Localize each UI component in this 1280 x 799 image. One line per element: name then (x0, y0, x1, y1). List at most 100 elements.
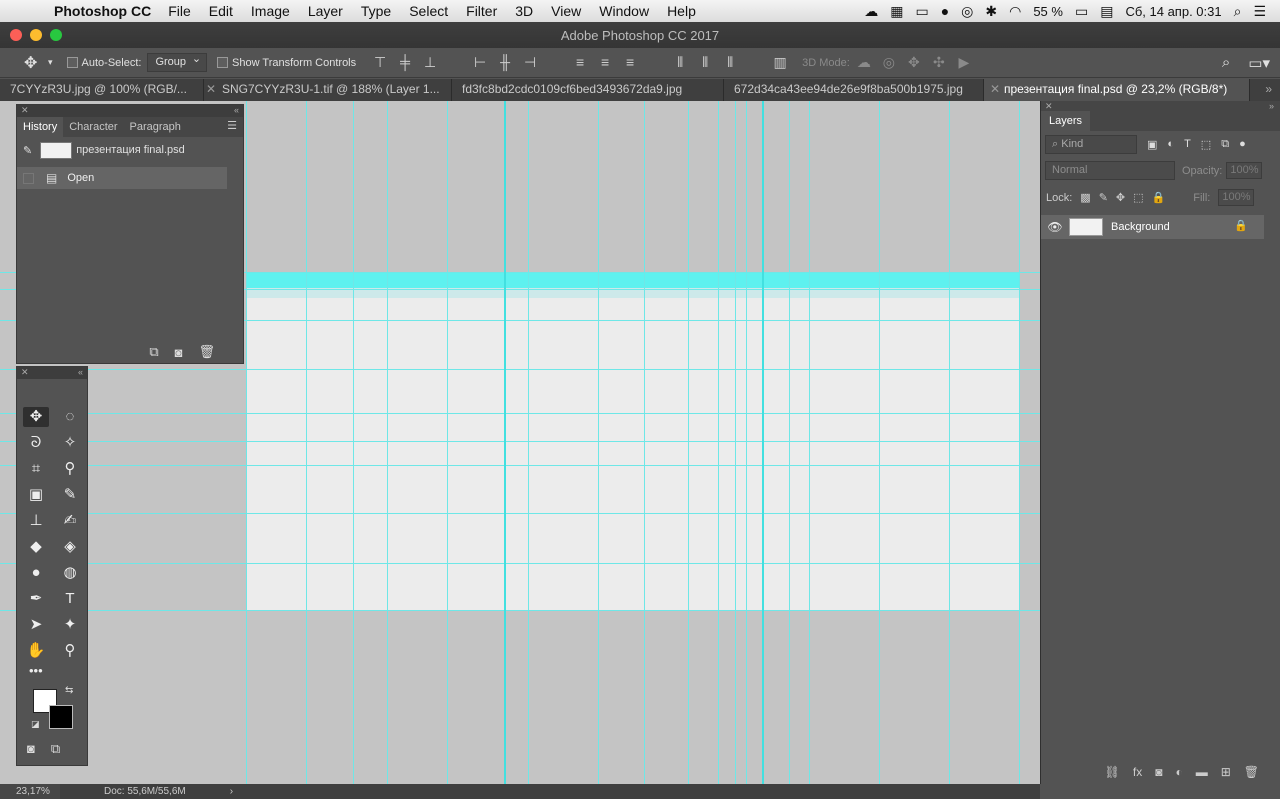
menu-type[interactable]: Type (361, 3, 391, 19)
move-tool-icon[interactable]: ✥ (23, 407, 49, 427)
tab-layers[interactable]: Layers (1041, 111, 1091, 131)
3d-pan-icon[interactable]: ✥ (906, 54, 922, 71)
trash-icon[interactable]: 🗑 (1244, 765, 1259, 779)
move-tool-preset-icon[interactable]: ✥ (24, 53, 48, 73)
filter-shape-icon[interactable]: ⬚ (1201, 138, 1211, 151)
clone-stamp-icon[interactable]: ⊥ (23, 511, 49, 531)
close-tab-icon[interactable]: ✕ (990, 79, 1000, 100)
lock-artboard-icon[interactable]: ⬚ (1133, 191, 1143, 204)
close-panel-icon[interactable]: ✕ (21, 105, 29, 117)
distribute-hcenter-icon[interactable]: ⫴ (697, 54, 713, 71)
align-hcenter-icon[interactable]: ╫ (497, 54, 513, 71)
more-tabs-icon[interactable]: » (1265, 79, 1272, 100)
background-color-swatch[interactable] (49, 705, 73, 729)
3d-roll-icon[interactable]: ◎ (881, 54, 897, 71)
filter-adjustment-icon[interactable]: ◐ (1167, 138, 1174, 150)
layer-row[interactable]: 👁 Background 🔒 (1041, 215, 1264, 239)
new-layer-icon[interactable]: ⊞ (1221, 765, 1231, 779)
target-icon[interactable]: ◎ (961, 3, 973, 20)
search-icon[interactable]: ⌕ (1222, 54, 1230, 72)
lock-position-icon[interactable]: ✥ (1116, 191, 1125, 204)
blur-tool-icon[interactable]: ● (23, 563, 49, 583)
document-tab-active[interactable]: ✕ презентация final.psd @ 23,2% (RGB/8*) (984, 79, 1250, 101)
app-menu[interactable]: Photoshop CC (54, 3, 151, 19)
link-layers-icon[interactable]: ⛓ (1105, 765, 1120, 779)
swap-colors-icon[interactable]: ⇆ (65, 685, 73, 696)
distribute-bottom-icon[interactable]: ≡ (622, 54, 638, 71)
battery-icon[interactable]: ▭ (1075, 3, 1088, 20)
3d-scale-icon[interactable]: ▶ (956, 54, 972, 71)
menu-window[interactable]: Window (599, 3, 649, 19)
show-transform-checkbox[interactable] (217, 57, 229, 68)
elliptical-marquee-icon[interactable]: ◌ (57, 407, 83, 427)
clock[interactable]: Сб, 14 апр. 0:31 (1125, 4, 1221, 19)
align-bottom-icon[interactable]: ⊥ (422, 54, 438, 71)
auto-select-dropdown[interactable]: Group (147, 51, 208, 72)
trash-icon[interactable]: 🗑 (198, 344, 215, 360)
menu-filter[interactable]: Filter (466, 3, 497, 19)
hand-tool-icon[interactable]: ✋ (23, 641, 49, 661)
menu-select[interactable]: Select (409, 3, 448, 19)
path-selection-icon[interactable]: ➤ (23, 615, 49, 635)
history-brush-icon[interactable]: ✎ (23, 144, 32, 157)
type-tool-icon[interactable]: T (57, 589, 83, 609)
tab-history[interactable]: History (17, 117, 64, 137)
eyedropper-icon[interactable]: ⚲ (57, 459, 83, 479)
magic-wand-icon[interactable]: ✧ (57, 433, 83, 453)
status-menu-chevron-icon[interactable]: › (230, 786, 233, 797)
menu-edit[interactable]: Edit (209, 3, 233, 19)
document-tab[interactable]: 7CYYzR3U.jpg @ 100% (RGB/... (0, 79, 204, 101)
3d-slide-icon[interactable]: ✣ (931, 54, 947, 71)
lasso-tool-icon[interactable]: ᘐ (23, 433, 49, 453)
menu-3d[interactable]: 3D (515, 3, 533, 19)
align-right-icon[interactable]: ⊣ (522, 54, 538, 71)
distribute-top-icon[interactable]: ≡ (572, 54, 588, 71)
spotlight-search-icon[interactable]: ⌕ (1234, 3, 1242, 20)
new-group-icon[interactable]: ▬ (1196, 765, 1208, 779)
blend-mode-dropdown[interactable]: Normal (1045, 161, 1175, 180)
keyboard-flag-icon[interactable]: ▤ (1100, 3, 1113, 20)
drive-icon[interactable]: ▦ (890, 3, 903, 20)
distribute-left-icon[interactable]: ⫴ (672, 54, 688, 71)
collapse-panel-icon[interactable]: » (1269, 101, 1274, 111)
zoom-level[interactable]: 23,17% (0, 784, 60, 799)
history-step[interactable]: ▤ Open (17, 167, 227, 189)
document-tab[interactable]: 672d34ca43ee94de26e9f8ba500b1975.jpg (724, 79, 984, 101)
lock-transparent-icon[interactable]: ▩ (1080, 191, 1090, 204)
lock-all-icon[interactable]: 🔒 (1152, 191, 1166, 204)
close-panel-icon[interactable]: ✕ (21, 367, 29, 379)
paint-bucket-icon[interactable]: ◈ (57, 537, 83, 557)
fill-field[interactable]: 100% (1218, 189, 1255, 206)
auto-align-icon[interactable]: ▥ (772, 54, 788, 71)
tab-character[interactable]: Character (63, 117, 123, 137)
close-tab-icon[interactable]: ✕ (206, 79, 216, 100)
collapse-panel-icon[interactable]: « (78, 367, 83, 379)
history-brush-icon[interactable]: ✍ (57, 511, 83, 531)
document-tab[interactable]: fd3fc8bd2cdc0109cf6bed3493672da9.jpg (452, 79, 724, 101)
filter-kind-dropdown[interactable]: ⌕ Kind (1045, 134, 1137, 154)
crop-tool-icon[interactable]: ⌗ (23, 459, 49, 479)
custom-shape-icon[interactable]: ✦ (57, 615, 83, 635)
menu-help[interactable]: Help (667, 3, 696, 19)
auto-select-checkbox[interactable] (66, 57, 78, 68)
notification-center-icon[interactable]: ☰ (1253, 3, 1266, 20)
pen-tool-icon[interactable]: ✒ (23, 589, 49, 609)
airplay-icon[interactable]: ▭ (915, 3, 928, 20)
filter-type-icon[interactable]: T (1184, 138, 1191, 150)
adjustment-layer-icon[interactable]: ◐ (1175, 765, 1182, 779)
chat-icon[interactable]: ● (941, 3, 949, 19)
minimize-window-button[interactable] (30, 29, 42, 41)
menu-view[interactable]: View (551, 3, 581, 19)
distribute-right-icon[interactable]: ⫴ (722, 54, 738, 71)
eye-icon[interactable]: 👁 (1041, 220, 1069, 234)
workspace-switcher-icon[interactable]: ▭▾ (1248, 54, 1270, 72)
zoom-tool-icon[interactable]: ⚲ (57, 641, 83, 661)
document-tab[interactable]: ✕ SNG7CYYzR3U-1.tif @ 188% (Layer 1... (204, 79, 452, 101)
add-mask-icon[interactable]: ◙ (1155, 765, 1162, 779)
new-document-from-state-icon[interactable]: ⧉ (149, 344, 158, 360)
panel-menu-icon[interactable]: ☰ (227, 117, 243, 137)
default-colors-icon[interactable]: ◪ (31, 719, 40, 730)
bluetooth-icon[interactable]: ✱ (985, 3, 997, 20)
align-left-icon[interactable]: ⊢ (472, 54, 488, 71)
camera-icon[interactable]: ◙ (175, 345, 183, 360)
